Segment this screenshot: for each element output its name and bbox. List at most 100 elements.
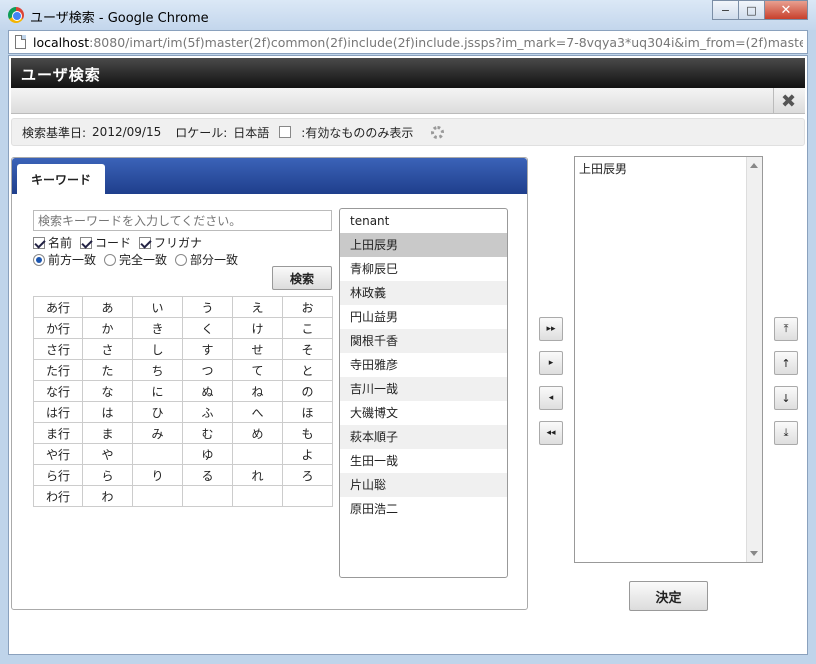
- kana-cell[interactable]: へ: [232, 401, 283, 423]
- kana-cell[interactable]: [232, 443, 283, 465]
- keyword-input[interactable]: [33, 210, 332, 231]
- kana-cell[interactable]: か: [82, 317, 133, 339]
- match-prefix[interactable]: 前方一致: [33, 251, 96, 268]
- kana-cell[interactable]: あ: [82, 296, 133, 318]
- exact-radio[interactable]: [104, 253, 117, 266]
- kana-cell[interactable]: た: [82, 359, 133, 381]
- kana-cell[interactable]: み: [132, 422, 183, 444]
- kana-cell[interactable]: し: [132, 338, 183, 360]
- list-item[interactable]: 生田一哉: [340, 449, 507, 473]
- kana-cell[interactable]: [282, 485, 333, 507]
- list-item[interactable]: 寺田雅彦: [340, 353, 507, 377]
- kana-cell[interactable]: て: [232, 359, 283, 381]
- kana-cell[interactable]: こ: [282, 317, 333, 339]
- scroll-down-icon[interactable]: [750, 551, 758, 556]
- kana-cell[interactable]: と: [282, 359, 333, 381]
- code-checkbox[interactable]: [80, 236, 93, 249]
- match-exact[interactable]: 完全一致: [104, 251, 167, 268]
- kana-cell[interactable]: そ: [282, 338, 333, 360]
- selected-list-scrollbar[interactable]: [746, 157, 762, 562]
- move-down-button[interactable]: ↓: [774, 386, 798, 410]
- tab-keyword[interactable]: キーワード: [17, 164, 105, 194]
- gear-icon[interactable]: [431, 125, 445, 139]
- add-all-button[interactable]: ▸▸: [539, 317, 563, 341]
- match-partial[interactable]: 部分一致: [175, 251, 238, 268]
- remove-button[interactable]: ◂: [539, 386, 563, 410]
- kana-cell[interactable]: い: [132, 296, 183, 318]
- kana-cell[interactable]: き: [132, 317, 183, 339]
- option-code[interactable]: コード: [80, 234, 131, 251]
- kana-cell[interactable]: す: [182, 338, 233, 360]
- kana-cell[interactable]: ひ: [132, 401, 183, 423]
- option-furigana[interactable]: フリガナ: [139, 234, 202, 251]
- kana-cell[interactable]: ろ: [282, 464, 333, 486]
- kana-cell[interactable]: ゆ: [182, 443, 233, 465]
- list-item[interactable]: 円山益男: [340, 305, 507, 329]
- search-result-list[interactable]: tenant 上田辰男 青柳辰巳 林政義 円山益男 関根千香 寺田雅彦 吉川一哉 大磯博文 萩本…: [339, 208, 508, 578]
- kana-row-header[interactable]: か行: [33, 317, 83, 339]
- list-item[interactable]: 青柳辰巳: [340, 257, 507, 281]
- kana-row-header[interactable]: ま行: [33, 422, 83, 444]
- decide-button[interactable]: 決定: [629, 581, 708, 611]
- list-item[interactable]: 大磯博文: [340, 401, 507, 425]
- name-checkbox[interactable]: [33, 236, 45, 249]
- url-text[interactable]: localhost:8080/imart/im(5f)master(2f)com…: [33, 35, 803, 50]
- minimize-button[interactable]: −: [712, 0, 739, 20]
- kana-cell[interactable]: え: [232, 296, 283, 318]
- list-item[interactable]: 関根千香: [340, 329, 507, 353]
- selected-list-item[interactable]: 上田辰男: [575, 157, 762, 180]
- kana-cell[interactable]: く: [182, 317, 233, 339]
- list-item[interactable]: 林政義: [340, 281, 507, 305]
- kana-row-header[interactable]: は行: [33, 401, 83, 423]
- kana-cell[interactable]: も: [282, 422, 333, 444]
- kana-cell[interactable]: ち: [132, 359, 183, 381]
- move-up-button[interactable]: ↑: [774, 351, 798, 375]
- kana-cell[interactable]: ま: [82, 422, 133, 444]
- option-name[interactable]: 名前: [33, 234, 72, 251]
- kana-cell[interactable]: わ: [82, 485, 133, 507]
- kana-cell[interactable]: ふ: [182, 401, 233, 423]
- address-bar[interactable]: localhost:8080/imart/im(5f)master(2f)com…: [8, 30, 808, 54]
- kana-cell[interactable]: め: [232, 422, 283, 444]
- kana-cell[interactable]: つ: [182, 359, 233, 381]
- kana-cell[interactable]: よ: [282, 443, 333, 465]
- kana-cell[interactable]: ほ: [282, 401, 333, 423]
- move-bottom-button[interactable]: ⤓: [774, 421, 798, 445]
- prefix-radio[interactable]: [33, 253, 45, 266]
- partial-radio[interactable]: [175, 253, 188, 266]
- kana-row-header[interactable]: ら行: [33, 464, 83, 486]
- kana-row-header[interactable]: や行: [33, 443, 83, 465]
- move-top-button[interactable]: ⤒: [774, 317, 798, 341]
- kana-cell[interactable]: ぬ: [182, 380, 233, 402]
- search-button[interactable]: 検索: [272, 266, 332, 290]
- remove-all-button[interactable]: ◂◂: [539, 421, 563, 445]
- kana-cell[interactable]: [132, 485, 183, 507]
- list-item[interactable]: 上田辰男: [340, 233, 507, 257]
- list-item[interactable]: 萩本順子: [340, 425, 507, 449]
- date-value[interactable]: 2012/09/15: [92, 125, 161, 139]
- kana-cell[interactable]: [182, 485, 233, 507]
- window-close-button[interactable]: ✕: [764, 0, 808, 20]
- kana-cell[interactable]: や: [82, 443, 133, 465]
- kana-cell[interactable]: り: [132, 464, 183, 486]
- kana-cell[interactable]: の: [282, 380, 333, 402]
- kana-cell[interactable]: う: [182, 296, 233, 318]
- kana-cell[interactable]: [132, 443, 183, 465]
- locale-value[interactable]: 日本語: [233, 124, 269, 141]
- selected-users-list[interactable]: 上田辰男: [574, 156, 763, 563]
- kana-row-header[interactable]: あ行: [33, 296, 83, 318]
- kana-cell[interactable]: む: [182, 422, 233, 444]
- kana-row-header[interactable]: な行: [33, 380, 83, 402]
- kana-cell[interactable]: ね: [232, 380, 283, 402]
- add-button[interactable]: ▸: [539, 351, 563, 375]
- kana-row-header[interactable]: た行: [33, 359, 83, 381]
- furigana-checkbox[interactable]: [139, 236, 152, 249]
- kana-cell[interactable]: ら: [82, 464, 133, 486]
- kana-cell[interactable]: る: [182, 464, 233, 486]
- scroll-up-icon[interactable]: [750, 163, 758, 168]
- kana-cell[interactable]: さ: [82, 338, 133, 360]
- list-item[interactable]: 原田浩二: [340, 497, 507, 521]
- list-item[interactable]: 吉川一哉: [340, 377, 507, 401]
- kana-cell[interactable]: に: [132, 380, 183, 402]
- kana-cell[interactable]: お: [282, 296, 333, 318]
